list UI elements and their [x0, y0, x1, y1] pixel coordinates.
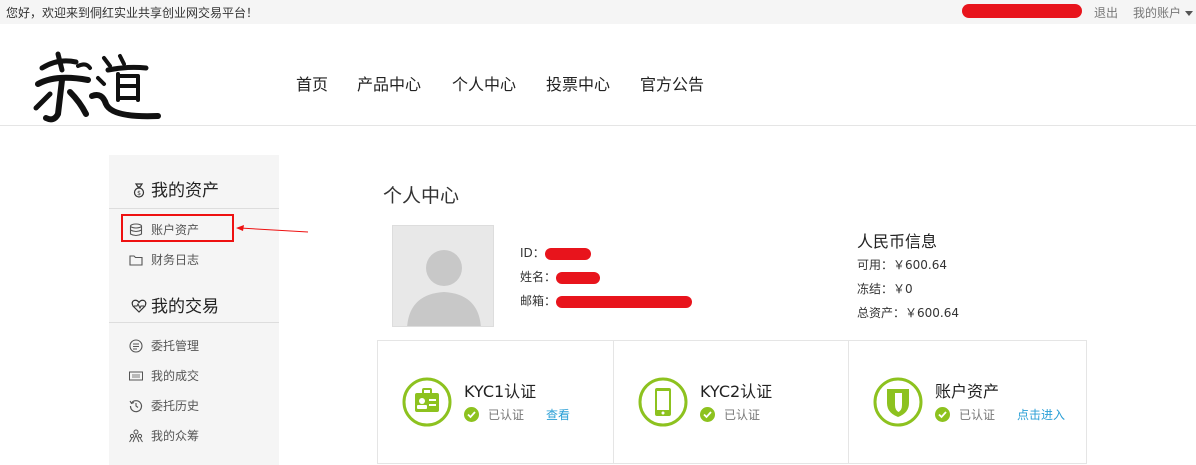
- sidebar-item-my-crowdfunding[interactable]: 我的众筹: [129, 427, 199, 444]
- top-bar: 您好，欢迎来到侗红实业共享创业网交易平台！ 退出 我的账户: [0, 0, 1196, 24]
- card-kyc2-title: KYC2认证: [700, 382, 773, 401]
- sidebar-item-label: 我的众筹: [151, 429, 200, 443]
- profile-email-label: 邮箱：: [520, 294, 557, 308]
- highlight-box: [121, 214, 234, 242]
- redacted-id: [544, 247, 591, 260]
- sidebar-group-assets-title: 我的资产: [151, 181, 219, 201]
- folder-icon: [129, 255, 143, 266]
- sidebar-divider: [109, 322, 279, 323]
- sidebar-group-trades-title: 我的交易: [151, 297, 219, 317]
- arrow-left-icon: [236, 225, 309, 233]
- profile-id-label: ID：: [520, 246, 545, 260]
- card-kyc1-status-label: 已认证: [488, 408, 525, 422]
- sidebar: $ 我的资产 账户资产 财务日志 我的交易 委托管理 我的成交 委托历史 我的众筹: [109, 155, 279, 465]
- redacted-email: [556, 295, 693, 308]
- id-card-icon: [402, 377, 452, 427]
- nav-voting-center[interactable]: 投票中心: [546, 71, 610, 95]
- profile-name: 姓名：: [520, 268, 601, 285]
- sidebar-item-financial-log[interactable]: 财务日志: [129, 251, 199, 268]
- sidebar-group-assets: $ 我的资产: [131, 176, 219, 201]
- avatar: [392, 225, 494, 327]
- logout-link[interactable]: 退出: [1094, 4, 1118, 21]
- people-group-icon: [129, 429, 143, 443]
- nav-announcements[interactable]: 官方公告: [640, 71, 704, 95]
- card-assets-status: 已认证: [935, 406, 995, 423]
- card-kyc1-title: KYC1认证: [464, 382, 537, 401]
- check-circle-icon: [464, 407, 479, 422]
- heart-pulse-icon: [131, 299, 147, 313]
- caret-down-icon: [1185, 11, 1194, 16]
- order-list-icon: [129, 339, 143, 353]
- card-kyc1-view-link[interactable]: 查看: [546, 406, 570, 423]
- nav-products[interactable]: 产品中心: [357, 71, 421, 95]
- sidebar-item-label: 委托历史: [151, 399, 200, 413]
- card-kyc2: KYC2认证 已认证: [613, 341, 848, 463]
- card-assets-status-label: 已认证: [959, 408, 996, 422]
- rmb-info-title: 人民币信息: [857, 232, 938, 251]
- sidebar-item-label: 委托管理: [151, 339, 200, 353]
- my-account-label: 我的账户: [1133, 6, 1182, 20]
- sidebar-item-label: 我的成交: [151, 369, 200, 383]
- card-kyc1-status: 已认证: [464, 406, 524, 423]
- rmb-frozen: 冻结：￥0: [857, 282, 913, 296]
- money-bag-icon: $: [133, 183, 145, 198]
- sidebar-item-order-history[interactable]: 委托历史: [129, 397, 199, 414]
- header: 首页 产品中心 个人中心 投票中心 官方公告: [0, 24, 1196, 126]
- history-clock-icon: [129, 400, 143, 413]
- redacted-username: [962, 4, 1082, 18]
- verification-cards: KYC1认证 已认证 查看 KYC2认证 已认证 账户资产 已认证 点击进入: [377, 340, 1087, 464]
- sidebar-group-trades: 我的交易: [131, 292, 219, 317]
- mobile-phone-icon: [638, 377, 688, 427]
- card-kyc1: KYC1认证 已认证 查看: [378, 341, 613, 463]
- sidebar-divider: [109, 208, 279, 209]
- svg-text:$: $: [137, 190, 141, 197]
- check-circle-icon: [935, 407, 950, 422]
- sidebar-item-label: 财务日志: [151, 253, 200, 267]
- shield-icon: [873, 377, 923, 427]
- profile-id: ID：: [520, 244, 591, 261]
- nav-home[interactable]: 首页: [296, 71, 328, 95]
- rmb-available: 可用：￥600.64: [857, 258, 947, 272]
- user-silhouette-icon: [393, 226, 493, 326]
- check-circle-icon: [700, 407, 715, 422]
- card-assets-enter-link[interactable]: 点击进入: [1017, 406, 1065, 423]
- redacted-name: [556, 271, 601, 284]
- sidebar-item-order-management[interactable]: 委托管理: [129, 337, 199, 354]
- card-assets-title: 账户资产: [935, 382, 1000, 401]
- nav-personal-center[interactable]: 个人中心: [452, 71, 516, 95]
- profile-name-label: 姓名：: [520, 270, 557, 284]
- profile-email: 邮箱：: [520, 292, 693, 309]
- deal-badge-icon: [129, 371, 143, 381]
- card-account-assets: 账户资产 已认证 点击进入: [848, 341, 1083, 463]
- my-account-menu[interactable]: 我的账户: [1133, 4, 1194, 21]
- card-kyc2-status-label: 已认证: [724, 408, 761, 422]
- page-title: 个人中心: [383, 185, 460, 207]
- rmb-total: 总资产：￥600.64: [857, 306, 959, 320]
- welcome-text: 您好，欢迎来到侗红实业共享创业网交易平台！: [6, 6, 259, 20]
- card-kyc2-status: 已认证: [700, 406, 760, 423]
- calligraphy-logo[interactable]: [28, 44, 168, 128]
- sidebar-item-my-deals[interactable]: 我的成交: [129, 367, 199, 384]
